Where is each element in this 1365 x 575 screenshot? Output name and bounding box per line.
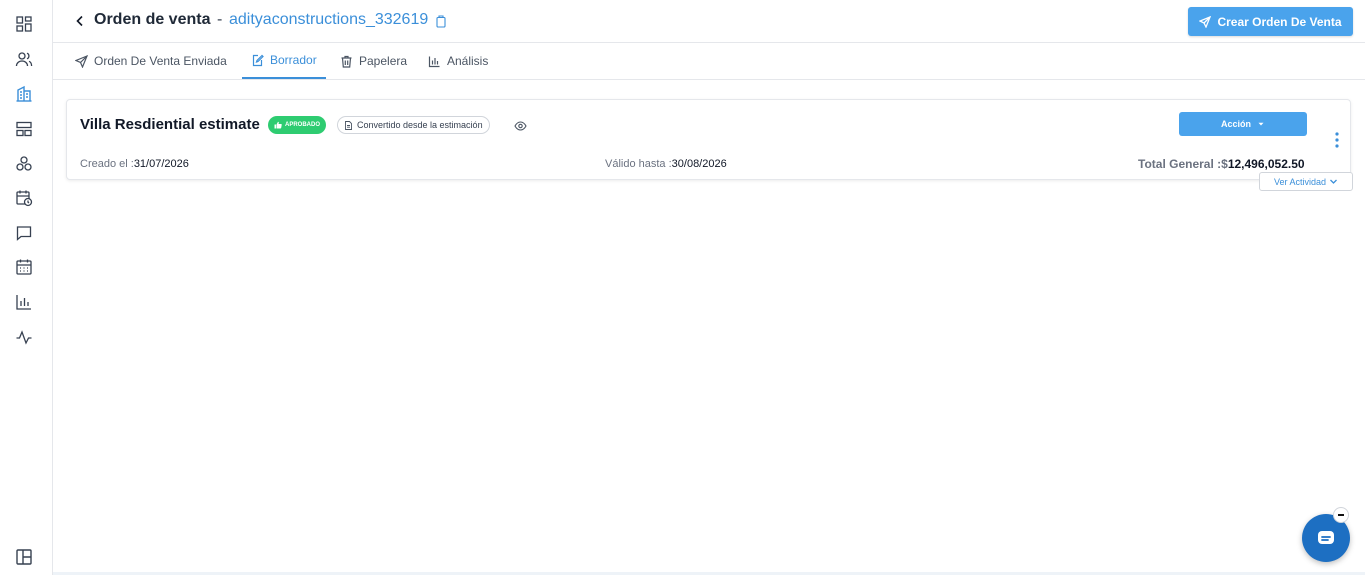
users-icon[interactable]	[15, 50, 33, 68]
page-title: Orden de venta	[94, 11, 211, 28]
layout-icon[interactable]	[15, 120, 33, 138]
order-title[interactable]: Villa Resdiential estimate	[80, 116, 260, 133]
calendar-clock-icon[interactable]	[15, 189, 33, 207]
header-bar: Orden de venta - adityaconstructions_332…	[53, 0, 1365, 43]
tab-bar: Orden De Venta Enviada Borrador Papelera…	[53, 43, 1365, 80]
order-card[interactable]: Villa Resdiential estimate APROBADO Conv…	[66, 99, 1351, 180]
edit-icon	[252, 54, 264, 66]
source-badge-label: Convertido desde la estimación	[357, 120, 483, 130]
company-link[interactable]: adityaconstructions_332619	[229, 11, 428, 29]
dashboard-icon[interactable]	[15, 15, 33, 33]
tab-label: Orden De Venta Enviada	[94, 54, 227, 68]
sidebar	[0, 0, 53, 575]
status-badge-label: APROBADO	[285, 122, 321, 128]
caret-down-icon	[1258, 122, 1264, 126]
tab-draft[interactable]: Borrador	[242, 43, 326, 79]
bar-chart-icon[interactable]	[15, 293, 33, 311]
created-label: Creado el :	[80, 158, 134, 170]
valid-value: 30/08/2026	[671, 158, 727, 170]
grand-total: Total General :$12,496,052.50	[1138, 157, 1305, 171]
view-activity-label: Ver Actividad	[1273, 176, 1327, 187]
source-badge: Convertido desde la estimación	[337, 116, 490, 134]
title-separator: -	[217, 11, 223, 28]
create-order-label: Crear Orden De Venta	[1217, 14, 1342, 29]
chat-minimize-button[interactable]	[1333, 507, 1349, 523]
view-activity-button[interactable]: Ver Actividad	[1259, 172, 1353, 191]
tab-label: Borrador	[270, 53, 317, 67]
activity-icon[interactable]	[15, 328, 33, 346]
tab-sent-orders[interactable]: Orden De Venta Enviada	[75, 43, 227, 79]
chat-icon[interactable]	[15, 224, 33, 242]
total-value: 12,496,052.50	[1227, 157, 1305, 171]
thumbs-up-icon	[274, 121, 282, 129]
status-badge: APROBADO	[268, 116, 327, 134]
chevron-down-icon	[1330, 179, 1337, 184]
minus-icon	[1338, 514, 1344, 516]
building-icon[interactable]	[15, 85, 33, 103]
tab-trash[interactable]: Papelera	[340, 43, 407, 79]
tab-label: Análisis	[447, 54, 489, 68]
bar-chart-icon	[428, 56, 440, 67]
copy-icon[interactable]	[435, 15, 447, 28]
document-icon	[345, 120, 352, 130]
panel-layout-icon[interactable]	[15, 548, 33, 566]
main-content: Orden de venta - adityaconstructions_332…	[53, 0, 1365, 575]
created-value: 31/07/2026	[133, 158, 189, 170]
eye-icon[interactable]	[514, 119, 527, 131]
create-order-button[interactable]: Crear Orden De Venta	[1188, 7, 1353, 36]
modules-icon[interactable]	[15, 155, 33, 173]
back-chevron-icon[interactable]	[73, 14, 87, 28]
chat-icon	[1318, 531, 1334, 544]
tab-label: Papelera	[359, 54, 408, 68]
action-label: Acción	[1220, 119, 1251, 129]
tab-analysis[interactable]: Análisis	[428, 43, 488, 79]
more-options-icon[interactable]	[1335, 132, 1339, 148]
calendar-icon[interactable]	[15, 258, 33, 276]
valid-until-date: Válido hasta :30/08/2026	[605, 158, 727, 170]
total-label: Total General :	[1138, 157, 1222, 171]
valid-label: Válido hasta :	[605, 158, 672, 170]
action-dropdown-button[interactable]: Acción	[1179, 112, 1307, 136]
send-icon	[75, 54, 88, 68]
created-date: Creado el :31/07/2026	[80, 158, 189, 170]
trash-icon	[341, 55, 352, 68]
total-currency: $	[1221, 157, 1228, 171]
send-icon	[1199, 15, 1212, 28]
